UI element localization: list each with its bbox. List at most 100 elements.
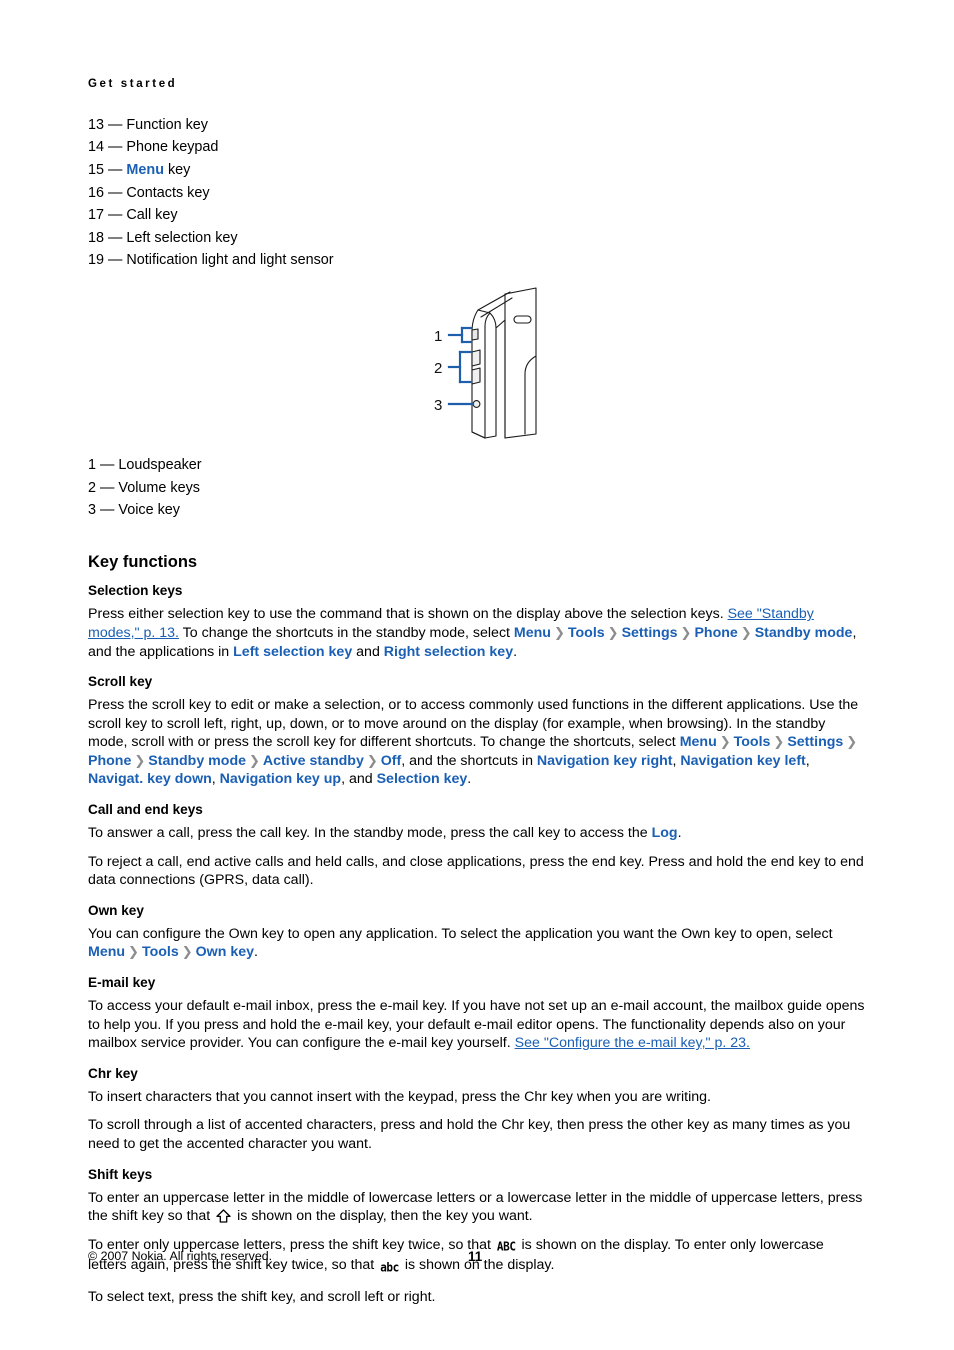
breadcrumb-separator-icon: ❯ xyxy=(846,734,858,750)
legend-item-text: 14 — Phone keypad xyxy=(88,139,219,156)
paragraph-shift-keys-1: To enter an uppercase letter in the midd… xyxy=(88,1189,866,1226)
ui-term-selection-key: Selection key xyxy=(376,771,468,788)
ui-term-menu: Menu xyxy=(126,161,164,178)
legend-item: 13 — Function key xyxy=(88,114,866,137)
ui-term-right-selection-key: Right selection key xyxy=(383,643,514,660)
text-run: is shown on the display, then the key yo… xyxy=(233,1208,533,1225)
text-run: , xyxy=(211,771,220,788)
legend-item-text: 3 — Voice key xyxy=(88,502,180,519)
text-run: , and xyxy=(341,771,377,788)
legend-item: 18 — Left selection key xyxy=(88,227,866,250)
legend-item: 17 — Call key xyxy=(88,204,866,227)
text-run: You can configure the Own key to open an… xyxy=(88,925,833,942)
heading-scroll-key: Scroll key xyxy=(88,674,153,690)
ui-term-off: Off xyxy=(380,752,402,769)
heading-email-key: E-mail key xyxy=(88,975,156,991)
text-run: . xyxy=(254,944,258,961)
paragraph-call-keys-1: To answer a call, press the call key. In… xyxy=(88,824,866,843)
heading-chr-key: Chr key xyxy=(88,1065,138,1081)
page-number: 11 xyxy=(468,1249,483,1264)
page-content: Get started 13 — Function key 14 — Phone… xyxy=(88,78,866,1307)
legend-list-bottom: 1 — Loudspeaker 2 — Volume keys 3 — Voic… xyxy=(88,454,866,522)
legend-item: 14 — Phone keypad xyxy=(88,136,866,159)
legend-list-top: 13 — Function key 14 — Phone keypad 15 —… xyxy=(88,114,866,272)
breadcrumb-separator-icon: ❯ xyxy=(249,752,260,768)
ui-term-left-selection-key: Left selection key xyxy=(233,643,353,660)
legend-item: 3 — Voice key xyxy=(88,499,866,522)
heading-selection-keys: Selection keys xyxy=(88,583,183,599)
legend-item-text: 18 — Left selection key xyxy=(88,229,238,246)
ui-term-tools: Tools xyxy=(733,734,771,751)
abc-lowercase-indicator-icon: abc xyxy=(380,1260,399,1275)
ui-term-tools: Tools xyxy=(141,944,179,961)
breadcrumb-separator-icon: ❯ xyxy=(680,624,692,640)
legend-item: 2 — Volume keys xyxy=(88,477,866,500)
heading-key-functions: Key functions xyxy=(88,552,198,571)
breadcrumb-separator-icon: ❯ xyxy=(607,624,619,640)
text-run: . xyxy=(677,825,682,842)
figure-phone-side-view: 1 2 3 xyxy=(88,286,866,444)
ui-term-settings: Settings xyxy=(787,734,844,751)
callout-label-3: 3 xyxy=(434,397,442,414)
paragraph-email-key: To access your default e-mail inbox, pre… xyxy=(88,997,866,1053)
ui-term-navigation-key-right: Navigation key right xyxy=(536,752,673,769)
ui-term-navigat-key-down: Navigat. key down xyxy=(88,771,212,788)
phone-side-view-svg: 1 2 3 xyxy=(434,287,537,439)
breadcrumb-separator-icon: ❯ xyxy=(366,752,378,768)
text-run: Press either selection key to use the co… xyxy=(88,606,728,623)
ui-term-menu: Menu xyxy=(88,944,126,961)
breadcrumb-separator-icon: ❯ xyxy=(740,624,752,640)
paragraph-selection-keys: Press either selection key to use the co… xyxy=(88,605,866,661)
breadcrumb-separator-icon: ❯ xyxy=(773,734,785,750)
shift-arrow-icon xyxy=(216,1209,231,1223)
ui-term-navigation-key-left: Navigation key left xyxy=(680,752,806,769)
document-page: Get started 13 — Function key 14 — Phone… xyxy=(0,0,954,1350)
ui-term-standby-mode: Standby mode xyxy=(148,752,247,769)
paragraph-chr-key-2: To scroll through a list of accented cha… xyxy=(88,1117,851,1152)
callout-label-1: 1 xyxy=(434,328,442,345)
breadcrumb-separator-icon: ❯ xyxy=(134,752,146,768)
phone-diagram-art: 1 2 3 xyxy=(432,286,552,449)
breadcrumb-separator-icon: ❯ xyxy=(181,944,193,960)
ui-term-standby-mode: Standby mode xyxy=(754,624,853,641)
text-run: , and the shortcuts in xyxy=(401,752,537,769)
legend-item: 16 — Contacts key xyxy=(88,182,866,205)
xref-configure-email-key[interactable]: See "Configure the e-mail key," p. 23. xyxy=(515,1035,750,1051)
ui-term-navigation-key-up: Navigation key up xyxy=(219,771,342,788)
ui-term-phone: Phone xyxy=(694,624,738,641)
heading-call-and-end-keys: Call and end keys xyxy=(88,802,203,818)
copyright-notice: © 2007 Nokia. All rights reserved. xyxy=(88,1249,273,1263)
legend-item: 15 — Menu key xyxy=(88,159,866,182)
text-run: . xyxy=(467,771,472,788)
ui-term-menu: Menu xyxy=(679,734,717,751)
ui-term-own-key: Own key xyxy=(195,944,254,961)
breadcrumb-separator-icon: ❯ xyxy=(719,734,731,750)
legend-item-text: 19 — Notification light and light sensor xyxy=(88,252,334,269)
legend-item-text: 2 — Volume keys xyxy=(88,479,200,496)
ui-term-settings: Settings xyxy=(621,624,678,641)
running-header: Get started xyxy=(88,78,178,90)
paragraph-own-key: You can configure the Own key to open an… xyxy=(88,925,866,962)
ui-term-phone: Phone xyxy=(88,752,132,769)
heading-shift-keys: Shift keys xyxy=(88,1166,153,1182)
paragraph-chr-key-1: To insert characters that you cannot ins… xyxy=(88,1088,711,1105)
paragraph-call-keys-2: To reject a call, end active calls and h… xyxy=(88,853,864,889)
ui-term-active-standby: Active standby xyxy=(262,752,364,769)
legend-item-text: 16 — Contacts key xyxy=(88,184,210,201)
ui-term-log: Log xyxy=(651,825,678,842)
ui-term-tools: Tools xyxy=(567,624,605,641)
heading-own-key: Own key xyxy=(88,902,144,918)
breadcrumb-separator-icon: ❯ xyxy=(553,624,565,640)
callout-label-2: 2 xyxy=(434,360,442,377)
paragraph-scroll-key: Press the scroll key to edit or make a s… xyxy=(88,696,866,789)
abc-uppercase-indicator-icon: ABC xyxy=(496,1238,516,1254)
legend-item-text: 1 — Loudspeaker xyxy=(88,456,202,473)
legend-item: 1 — Loudspeaker xyxy=(88,454,866,477)
legend-item: 19 — Notification light and light sensor xyxy=(88,249,866,272)
legend-item-number: 15 — xyxy=(88,161,123,178)
legend-item-text: 17 — Call key xyxy=(88,207,178,224)
text-run: To change the shortcuts in the standby m… xyxy=(179,624,514,641)
text-run: To answer a call, press the call key. In… xyxy=(88,825,652,842)
legend-item-tail: key xyxy=(167,161,191,178)
legend-item-text: 13 — Function key xyxy=(88,116,208,133)
